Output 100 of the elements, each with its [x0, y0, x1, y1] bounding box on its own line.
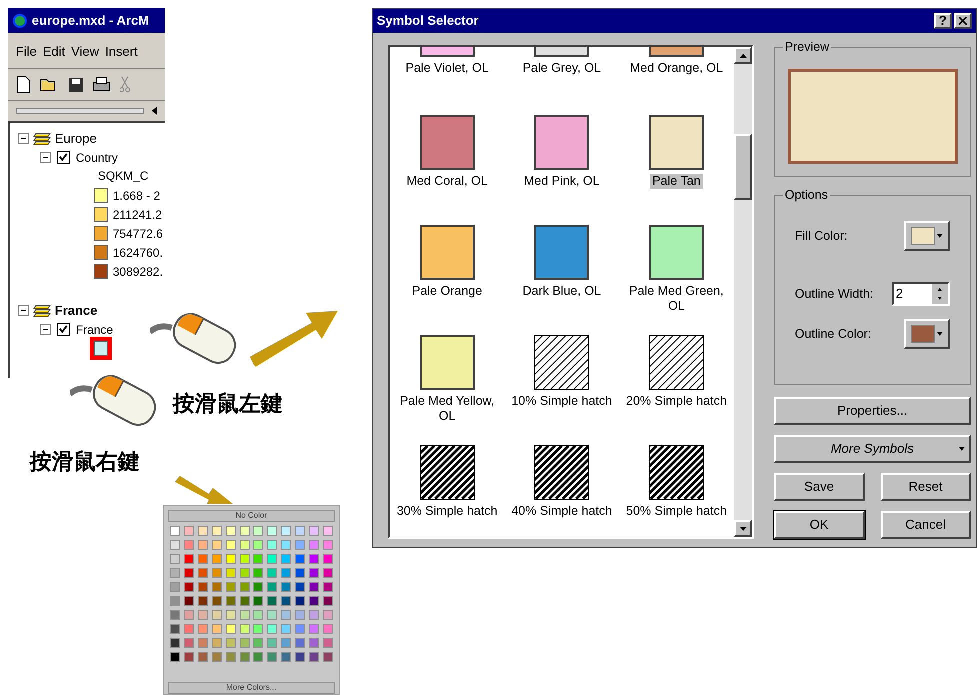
color-swatch[interactable] — [184, 652, 194, 662]
color-swatch[interactable] — [322, 540, 333, 550]
color-swatch[interactable] — [198, 610, 208, 620]
more-symbols-button[interactable]: More Symbols — [774, 435, 971, 463]
symbol-label[interactable]: 50% Simple hatch — [624, 504, 730, 519]
scroll-up-button[interactable] — [734, 47, 752, 64]
color-swatch[interactable] — [267, 540, 278, 550]
color-swatch[interactable] — [212, 624, 222, 634]
color-swatch[interactable] — [240, 582, 250, 592]
reset-button[interactable]: Reset — [880, 473, 971, 501]
color-swatch[interactable] — [240, 638, 250, 648]
color-swatch[interactable] — [281, 624, 292, 634]
color-swatch[interactable] — [267, 526, 278, 536]
collapse-icon[interactable] — [18, 305, 29, 316]
color-swatch[interactable] — [240, 624, 250, 634]
color-swatch[interactable] — [170, 638, 180, 648]
color-swatch[interactable] — [281, 652, 292, 662]
color-swatch[interactable] — [184, 582, 194, 592]
layer-group-label[interactable]: Europe — [55, 128, 97, 148]
color-swatch[interactable] — [322, 610, 333, 620]
hatch-swatch[interactable] — [534, 335, 590, 390]
color-swatch[interactable] — [170, 652, 180, 662]
color-swatch[interactable] — [309, 596, 320, 606]
color-swatch[interactable] — [309, 652, 320, 662]
color-swatch[interactable] — [309, 624, 320, 634]
color-swatch[interactable] — [253, 526, 264, 536]
symbol-label[interactable]: Med Pink, OL — [522, 174, 602, 189]
fill-swatch[interactable] — [534, 225, 590, 280]
color-swatch[interactable] — [212, 652, 222, 662]
symbol-label[interactable]: Pale Violet, OL — [404, 61, 491, 76]
fill-color-picker[interactable] — [904, 221, 950, 251]
color-swatch[interactable] — [281, 610, 292, 620]
color-swatch[interactable] — [184, 526, 194, 536]
fill-swatch[interactable] — [649, 47, 704, 57]
color-swatch[interactable] — [184, 638, 194, 648]
color-swatch[interactable] — [267, 638, 278, 648]
color-swatch[interactable] — [309, 540, 320, 550]
print-icon[interactable] — [92, 76, 112, 92]
color-swatch[interactable] — [253, 652, 264, 662]
hatch-swatch[interactable] — [649, 335, 704, 390]
color-swatch[interactable] — [240, 610, 250, 620]
color-swatch[interactable] — [322, 554, 333, 564]
color-swatch[interactable] — [184, 568, 194, 578]
fill-swatch[interactable] — [420, 225, 475, 280]
save-icon[interactable] — [68, 76, 84, 92]
color-swatch[interactable] — [295, 554, 306, 564]
color-swatch[interactable] — [309, 554, 320, 564]
fill-swatch[interactable] — [534, 47, 590, 57]
color-swatch[interactable] — [281, 568, 292, 578]
symbol-label[interactable]: 40% Simple hatch — [510, 504, 614, 519]
color-swatch[interactable] — [226, 582, 236, 592]
color-swatch[interactable] — [212, 582, 222, 592]
color-swatch[interactable] — [281, 554, 292, 564]
help-button[interactable]: ? — [934, 13, 952, 29]
fill-swatch[interactable] — [649, 115, 704, 170]
color-swatch[interactable] — [253, 582, 264, 592]
layer-label[interactable]: France — [76, 320, 114, 338]
scroll-thumb[interactable] — [734, 134, 752, 200]
fill-swatch[interactable] — [420, 335, 475, 390]
color-swatch[interactable] — [309, 610, 320, 620]
menu-item[interactable]: Insert — [105, 42, 138, 62]
color-swatch[interactable] — [226, 568, 236, 578]
hatch-swatch[interactable] — [534, 445, 590, 500]
color-swatch[interactable] — [295, 652, 306, 662]
color-swatch[interactable] — [240, 652, 250, 662]
color-swatch[interactable] — [267, 610, 278, 620]
color-swatch[interactable] — [281, 596, 292, 606]
color-swatch[interactable] — [184, 554, 194, 564]
fill-swatch[interactable] — [420, 47, 475, 57]
color-swatch[interactable] — [240, 596, 250, 606]
color-swatch[interactable] — [184, 540, 194, 550]
color-swatch[interactable] — [170, 610, 180, 620]
spinner-value[interactable]: 2 — [894, 284, 932, 304]
save-button[interactable]: Save — [774, 473, 864, 501]
color-swatch[interactable] — [295, 540, 306, 550]
color-swatch[interactable] — [240, 554, 250, 564]
outline-color-picker[interactable] — [904, 319, 950, 349]
symbol-label[interactable]: Pale Med Yellow, OL — [390, 394, 505, 424]
color-swatch[interactable] — [253, 568, 264, 578]
outline-width-spinner[interactable]: 2 — [892, 282, 950, 306]
color-swatch[interactable] — [184, 624, 194, 634]
color-swatch[interactable] — [170, 568, 180, 578]
color-swatch[interactable] — [322, 652, 333, 662]
color-swatch[interactable] — [212, 610, 222, 620]
layer-group-label[interactable]: France — [55, 300, 98, 320]
close-button[interactable] — [954, 13, 972, 29]
color-swatch[interactable] — [198, 526, 208, 536]
color-swatch[interactable] — [322, 638, 333, 648]
color-swatch[interactable] — [267, 554, 278, 564]
symbol-label[interactable]: 30% Simple hatch — [394, 504, 500, 519]
more-colors-button[interactable]: More Colors... — [168, 682, 335, 694]
color-swatch[interactable] — [309, 582, 320, 592]
menu-item[interactable]: View — [71, 42, 100, 62]
color-swatch[interactable] — [253, 610, 264, 620]
color-swatch[interactable] — [281, 638, 292, 648]
color-swatch[interactable] — [226, 652, 236, 662]
color-swatch[interactable] — [212, 596, 222, 606]
color-swatch[interactable] — [240, 526, 250, 536]
color-swatch[interactable] — [281, 582, 292, 592]
color-swatch[interactable] — [322, 582, 333, 592]
